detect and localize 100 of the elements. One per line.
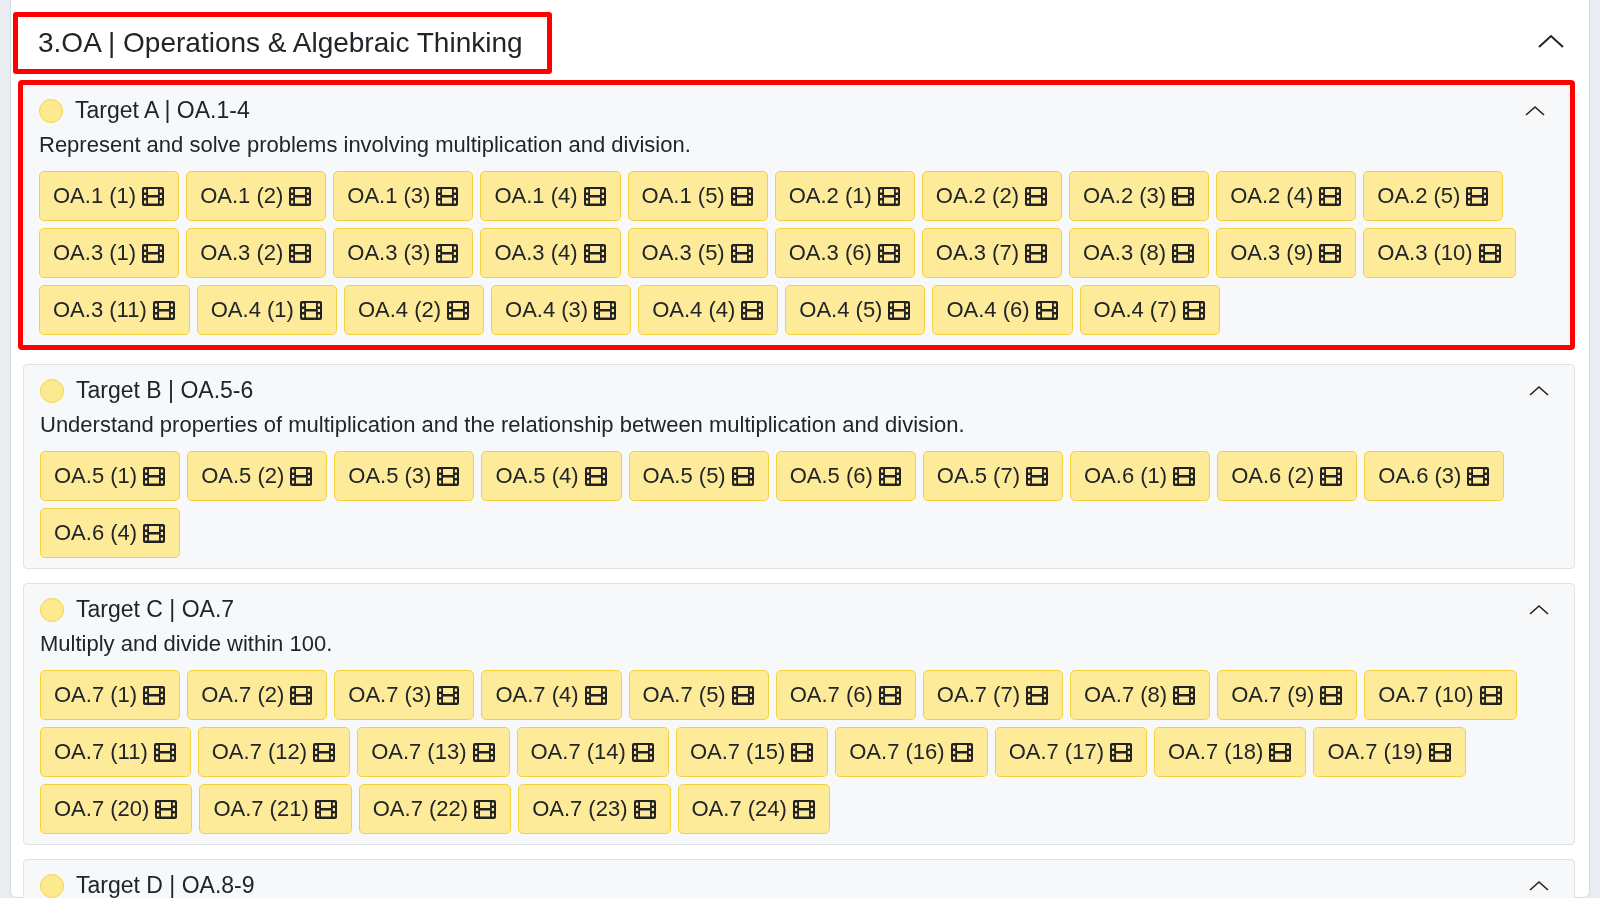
film-icon [1025,465,1049,487]
video-chip[interactable]: OA.2 (2) [921,171,1062,221]
video-chip[interactable]: OA.7 (14) [516,727,669,777]
video-chip[interactable]: OA.7 (11) [40,727,191,777]
video-chip[interactable]: OA.3 (9) [1216,228,1357,278]
video-chip[interactable]: OA.3 (4) [480,228,621,278]
video-chip[interactable]: OA.3 (8) [1069,228,1210,278]
target-description: Multiply and divide within 100. [40,631,334,657]
video-chip[interactable]: OA.1 (1) [39,171,180,221]
video-chip[interactable]: OA.7 (7) [922,670,1063,720]
video-chip[interactable]: OA.7 (20) [40,784,193,834]
video-chip[interactable]: OA.4 (6) [932,285,1073,335]
video-chip[interactable]: OA.7 (17) [994,727,1147,777]
target-title: Target A | OA.1-4 [75,97,251,124]
video-chip[interactable]: OA.2 (5) [1363,171,1504,221]
film-icon [730,465,755,487]
film-icon [876,242,901,264]
video-chip[interactable]: OA.3 (6) [774,228,915,278]
video-chip[interactable]: OA.4 (7) [1079,285,1220,335]
video-chip[interactable]: OA.5 (1) [40,451,181,501]
chevron-up-icon [1528,603,1550,616]
video-chip[interactable]: OA.7 (5) [628,670,769,720]
film-icon [887,299,912,321]
status-dot [40,597,64,622]
video-chip[interactable]: OA.2 (4) [1216,171,1357,221]
video-chip[interactable]: OA.5 (7) [922,451,1063,501]
film-icon [877,684,902,706]
film-icon [1427,741,1452,763]
video-chip[interactable]: OA.6 (2) [1217,451,1358,501]
film-icon [1024,185,1048,207]
video-chip[interactable]: OA.7 (8) [1070,670,1211,720]
video-chip[interactable]: OA.7 (23) [518,784,671,834]
video-chip[interactable]: OA.6 (3) [1364,451,1505,501]
film-icon [1181,299,1206,321]
video-chip[interactable]: OA.3 (11) [39,285,190,335]
video-chip[interactable]: OA.2 (1) [774,171,915,221]
chevron-up-icon [1528,879,1550,892]
video-chip[interactable]: OA.7 (21) [199,784,352,834]
film-icon [152,741,177,763]
film-icon [473,798,498,820]
video-chip[interactable]: OA.3 (1) [39,228,180,278]
video-chip[interactable]: OA.3 (7) [921,228,1062,278]
video-chip[interactable]: OA.7 (22) [358,784,512,834]
film-icon [791,798,816,820]
video-chip[interactable]: OA.7 (18) [1154,727,1307,777]
film-icon [877,465,902,487]
video-chip[interactable]: OA.7 (10) [1364,670,1517,720]
video-chip[interactable]: OA.3 (5) [627,228,768,278]
target-title: Target B | OA.5-6 [76,377,255,404]
video-chip[interactable]: OA.4 (4) [638,285,779,335]
film-icon [154,798,179,820]
film-icon [1024,242,1048,264]
film-icon [1318,185,1343,207]
video-chip[interactable]: OA.7 (9) [1217,670,1358,720]
video-chip[interactable]: OA.4 (2) [343,285,485,335]
video-chip[interactable]: OA.5 (6) [775,451,916,501]
chevron-up-icon [1528,384,1550,397]
video-chip[interactable]: OA.7 (24) [677,784,830,834]
film-icon [288,185,313,207]
video-chip[interactable]: OA.5 (3) [334,451,475,501]
section-title: 3.OA | Operations & Algebraic Thinking [13,12,552,74]
status-dot [39,98,63,123]
video-chip[interactable]: OA.7 (13) [357,727,510,777]
film-icon [435,185,460,207]
video-chip[interactable]: OA.5 (4) [481,451,622,501]
film-icon [141,185,166,207]
video-chip[interactable]: OA.4 (5) [785,285,926,335]
film-icon [142,522,167,544]
video-chip[interactable]: OA.5 (5) [628,451,769,501]
video-chip[interactable]: OA.6 (4) [40,508,181,558]
film-icon [582,185,607,207]
video-chip[interactable]: OA.7 (6) [775,670,916,720]
video-chip[interactable]: OA.7 (1) [40,670,181,720]
target-description: Understand properties of multiplication and the relationship between multiplication and division. [40,412,966,438]
video-chip[interactable]: OA.1 (4) [480,171,621,221]
film-icon [1172,684,1197,706]
video-chip[interactable]: OA.3 (10) [1363,228,1516,278]
video-chip[interactable]: OA.1 (2) [186,171,327,221]
video-chip[interactable]: OA.7 (3) [334,670,475,720]
film-icon [632,798,657,820]
video-chip[interactable]: OA.7 (16) [835,727,988,777]
video-chip[interactable]: OA.7 (15) [675,727,829,777]
video-chip[interactable]: OA.3 (3) [333,228,474,278]
film-icon [288,242,313,264]
video-chip[interactable]: OA.1 (3) [333,171,474,221]
film-icon [729,242,754,264]
film-icon [740,299,765,321]
film-icon [289,684,314,706]
video-chip[interactable]: OA.1 (5) [627,171,768,221]
video-chip[interactable]: OA.2 (3) [1069,171,1210,221]
video-chip[interactable]: OA.3 (2) [186,228,327,278]
video-chip[interactable]: OA.4 (1) [196,285,337,335]
video-chip[interactable]: OA.4 (3) [491,285,632,335]
video-chip[interactable]: OA.7 (12) [197,727,351,777]
video-chip[interactable]: OA.5 (2) [187,451,328,501]
video-chip[interactable]: OA.6 (1) [1070,451,1211,501]
target-title: Target D | OA.8-9 [76,872,256,898]
video-chip[interactable]: OA.7 (4) [481,670,622,720]
video-chip[interactable]: OA.7 (2) [187,670,328,720]
video-chip[interactable]: OA.7 (19) [1313,727,1466,777]
